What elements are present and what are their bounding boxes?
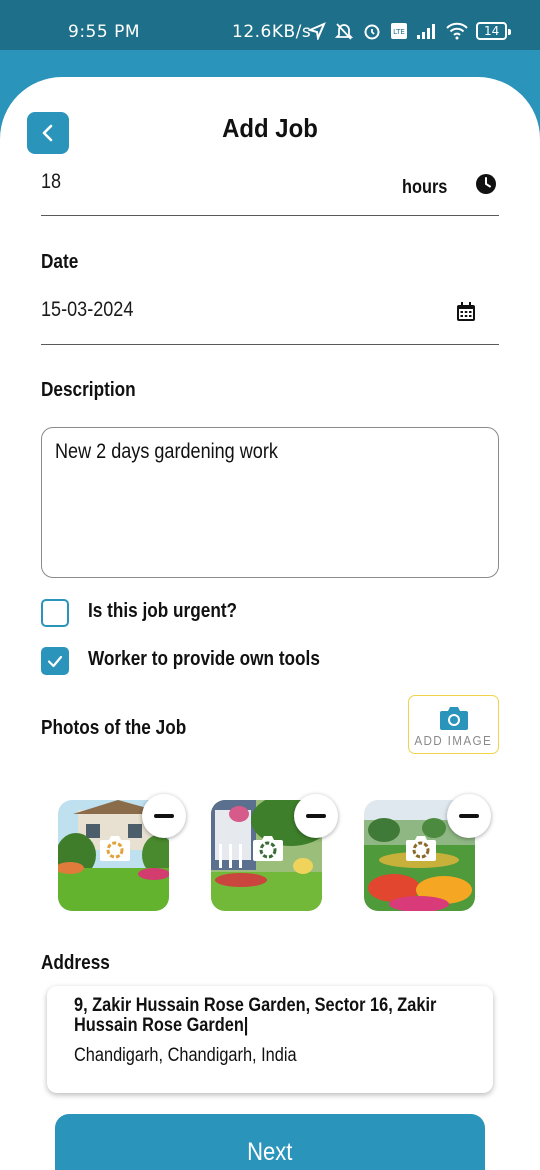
minus-icon: [154, 814, 174, 818]
description-textarea[interactable]: New 2 days gardening work: [41, 427, 499, 578]
description-label: Description: [41, 379, 136, 401]
remove-photo-3-button[interactable]: [447, 794, 491, 838]
minus-icon: [459, 814, 479, 818]
add-image-label: ADD IMAGE: [414, 733, 493, 748]
mute-icon: [334, 20, 354, 42]
clock-icon[interactable]: [475, 173, 497, 195]
checkmark-icon: [47, 655, 63, 668]
status-icons: LTE 14: [308, 20, 512, 42]
svg-text:LTE: LTE: [393, 28, 405, 36]
page-title: Add Job: [222, 113, 318, 143]
camera-icon: [439, 707, 468, 730]
own-tools-checkbox[interactable]: [41, 647, 69, 675]
signal-icon: [416, 20, 438, 42]
camera-overlay-icon: [253, 836, 283, 861]
camera-overlay-icon: [100, 836, 130, 861]
urgent-checkbox[interactable]: [41, 599, 69, 627]
remove-photo-1-button[interactable]: [142, 794, 186, 838]
remove-photo-2-button[interactable]: [294, 794, 338, 838]
next-button-label: Next: [247, 1138, 293, 1166]
date-input[interactable]: 15-03-2024: [41, 298, 133, 322]
date-underline: [41, 344, 499, 345]
address-line1: 9, Zakir Hussain Rose Garden, Sector 16,…: [74, 995, 437, 1036]
calendar-icon[interactable]: [455, 301, 477, 323]
photos-label: Photos of the Job: [41, 717, 187, 739]
own-tools-label[interactable]: Worker to provide own tools: [88, 648, 320, 671]
minus-icon: [306, 814, 326, 818]
address-label: Address: [41, 952, 110, 974]
duration-underline: [41, 215, 499, 216]
volte-icon: LTE: [390, 20, 408, 42]
urgent-label[interactable]: Is this job urgent?: [88, 600, 237, 623]
description-text: New 2 days gardening work: [55, 440, 278, 463]
date-label: Date: [41, 251, 79, 273]
address-card[interactable]: 9, Zakir Hussain Rose Garden, Sector 16,…: [47, 986, 493, 1093]
battery-icon: 14: [476, 22, 512, 40]
add-image-button[interactable]: ADD IMAGE: [408, 695, 499, 754]
duration-unit: hours: [402, 177, 448, 198]
location-icon: [308, 20, 326, 42]
alarm-icon: [362, 20, 382, 42]
status-bar: 9:55 PM 12.6KB/s LTE 14: [0, 0, 540, 50]
next-button[interactable]: Next: [55, 1114, 485, 1170]
status-time: 9:55 PM: [68, 22, 140, 42]
camera-overlay-icon: [406, 836, 436, 861]
address-line2: Chandigarh, Chandigarh, India: [74, 1045, 297, 1066]
wifi-icon: [446, 20, 468, 42]
duration-input[interactable]: 18: [41, 170, 61, 194]
status-net-speed: 12.6KB/s: [232, 22, 312, 42]
